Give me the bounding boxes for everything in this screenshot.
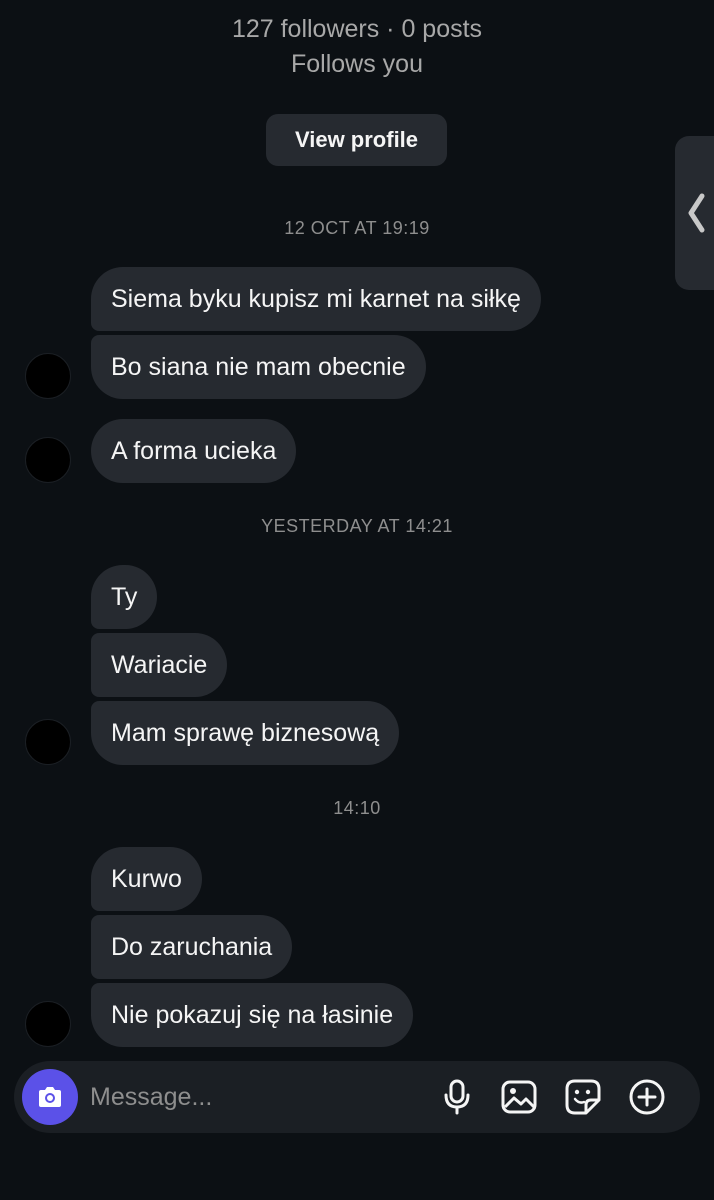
timestamp: YESTERDAY AT 14:21 [261, 516, 453, 536]
message-input[interactable] [90, 1075, 420, 1119]
side-panel-handle[interactable] [675, 136, 714, 290]
message-bubble[interactable]: Wariacie [91, 633, 228, 697]
message-bubble[interactable]: Kurwo [91, 847, 202, 911]
message-bubble[interactable]: Do zaruchania [91, 915, 293, 979]
gallery-icon[interactable] [500, 1078, 538, 1116]
avatar[interactable] [25, 353, 71, 399]
message-composer [14, 1061, 700, 1133]
plus-circle-icon[interactable] [628, 1078, 666, 1116]
message-bubble[interactable]: Siema byku kupisz mi karnet na siłkę [91, 267, 541, 331]
avatar[interactable] [25, 719, 71, 765]
avatar[interactable] [25, 1001, 71, 1047]
timestamp: 12 OCT AT 19:19 [284, 218, 430, 238]
camera-button[interactable] [22, 1069, 78, 1125]
profile-header: 127 followers · 0 posts Follows you [0, 12, 714, 82]
dm-thread-screen: 127 followers · 0 posts Follows you View… [0, 0, 714, 1200]
avatar[interactable] [25, 437, 71, 483]
message-bubble[interactable]: A forma ucieka [91, 419, 297, 483]
microphone-icon[interactable] [438, 1078, 476, 1116]
sticker-icon[interactable] [564, 1078, 602, 1116]
timestamp: 14:10 [333, 798, 381, 818]
message-bubble[interactable]: Nie pokazuj się na łasinie [91, 983, 414, 1047]
message-bubble[interactable]: Ty [91, 565, 158, 629]
follow-status: Follows you [291, 50, 423, 78]
profile-stats: 127 followers · 0 posts [231, 15, 483, 43]
message-bubble[interactable]: Bo siana nie mam obecnie [91, 335, 426, 399]
message-bubble[interactable]: Mam sprawę biznesową [91, 701, 400, 765]
view-profile-button[interactable]: View profile [266, 114, 447, 166]
camera-icon [39, 1087, 61, 1107]
